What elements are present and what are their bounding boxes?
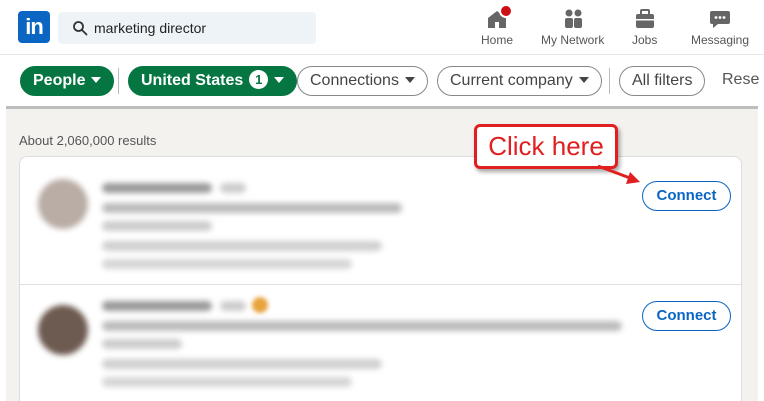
- home-icon: [485, 4, 513, 30]
- search-input[interactable]: marketing director: [94, 20, 206, 36]
- avatar[interactable]: [38, 179, 88, 229]
- people-filter-label: People: [33, 72, 86, 89]
- current-company-filter-button[interactable]: Current company: [437, 66, 602, 96]
- nav-messaging[interactable]: Messaging: [691, 8, 749, 47]
- divider: [609, 68, 610, 94]
- blurred-degree: [220, 301, 246, 311]
- notification-dot: [499, 4, 513, 18]
- blurred-headline: [102, 321, 622, 331]
- nav-home[interactable]: Home: [481, 4, 514, 47]
- arrow-icon: [597, 164, 640, 184]
- connections-filter-label: Connections: [310, 72, 399, 89]
- blurred-mutual: [102, 259, 352, 269]
- chevron-down-icon: [91, 77, 102, 83]
- list-item[interactable]: Connect: [20, 284, 741, 401]
- location-filter-button[interactable]: United States 1: [128, 66, 298, 96]
- connect-button[interactable]: Connect: [642, 301, 731, 331]
- search-icon: [73, 21, 88, 36]
- blurred-location: [102, 221, 212, 231]
- nav-jobs-label: Jobs: [632, 33, 658, 47]
- blurred-name: [102, 183, 212, 193]
- premium-badge-icon: [252, 297, 268, 313]
- filter-bar: People United States 1 Connections Curren…: [0, 54, 764, 106]
- search-results-area: About 2,060,000 results Connect Connect: [6, 106, 758, 401]
- chevron-down-icon: [274, 77, 285, 83]
- top-nav: in marketing director Home My Network Jo…: [0, 0, 764, 54]
- nav-my-network[interactable]: My Network: [541, 8, 604, 47]
- nav-my-network-label: My Network: [541, 33, 605, 47]
- avatar[interactable]: [38, 305, 88, 355]
- nav-messaging-label: Messaging: [691, 33, 750, 47]
- all-filters-label: All filters: [632, 72, 693, 89]
- blurred-mutual: [102, 377, 352, 387]
- location-filter-label: United States: [141, 72, 244, 89]
- network-icon: [561, 8, 585, 30]
- blurred-name: [102, 301, 212, 311]
- chevron-down-icon: [404, 77, 415, 83]
- connections-filter-button[interactable]: Connections: [297, 66, 428, 96]
- people-filter-button[interactable]: People: [20, 66, 115, 96]
- chevron-down-icon: [578, 77, 589, 83]
- connect-button[interactable]: Connect: [642, 181, 731, 211]
- results-card: Connect Connect: [19, 156, 742, 401]
- linkedin-search-page: in marketing director Home My Network Jo…: [0, 0, 764, 401]
- blurred-location: [102, 339, 182, 349]
- linkedin-logo[interactable]: in: [18, 11, 50, 43]
- blurred-detail: [102, 359, 382, 369]
- divider: [118, 68, 119, 94]
- nav-home-label: Home: [481, 33, 514, 47]
- nav-jobs[interactable]: Jobs: [632, 8, 657, 47]
- messaging-icon: [708, 8, 732, 30]
- search-bar[interactable]: marketing director: [58, 12, 316, 44]
- blurred-detail: [102, 241, 382, 251]
- reset-button[interactable]: Rese: [722, 71, 759, 89]
- blurred-headline: [102, 203, 402, 213]
- filter-count-badge: 1: [249, 70, 269, 89]
- all-filters-button[interactable]: All filters: [619, 66, 706, 96]
- results-count: About 2,060,000 results: [19, 133, 157, 148]
- current-company-filter-label: Current company: [450, 72, 573, 89]
- blurred-degree: [220, 183, 246, 193]
- jobs-icon: [633, 8, 657, 30]
